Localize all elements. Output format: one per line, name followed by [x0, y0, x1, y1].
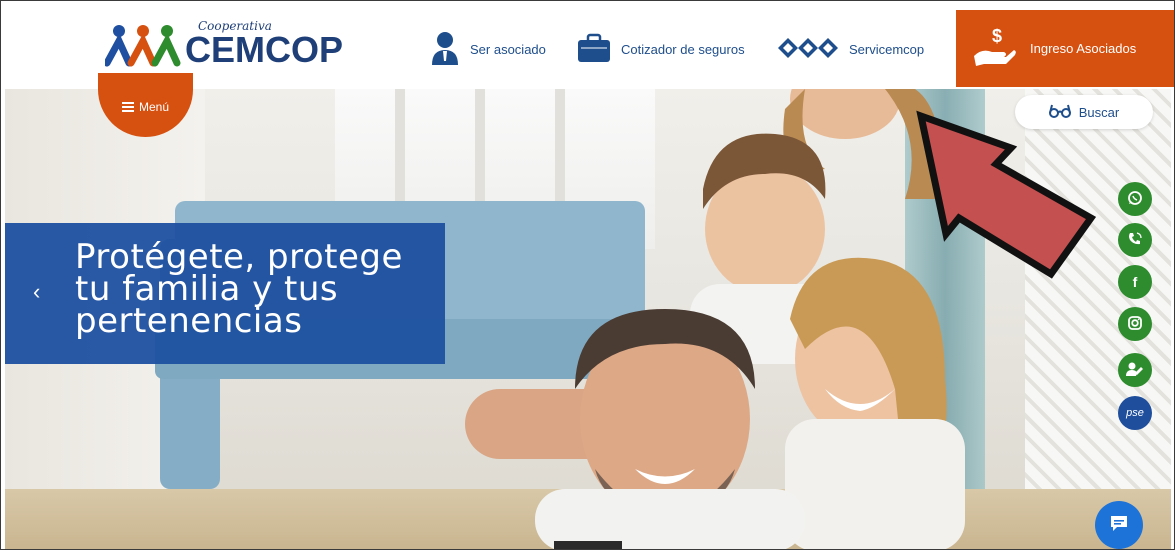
briefcase-icon	[577, 33, 611, 66]
phone-button[interactable]	[1118, 223, 1152, 257]
chat-bubble-icon	[1109, 514, 1129, 537]
nav-label: Servicemcop	[849, 41, 925, 57]
pse-button[interactable]: pse	[1118, 396, 1152, 430]
whatsapp-button[interactable]	[1118, 182, 1152, 216]
nav-cotizador-seguros[interactable]: Cotizador de seguros	[577, 31, 745, 67]
chevron-left-icon[interactable]: ‹	[33, 279, 40, 305]
scroll-down-tab[interactable]	[554, 541, 622, 549]
browser-viewport: Cooperativa CEMCOP Ser asociado Cotizado…	[0, 0, 1175, 550]
whatsapp-icon	[1127, 190, 1143, 209]
facebook-button[interactable]: f	[1118, 265, 1152, 299]
slide-title: Protégete, protege tu familia y tus pert…	[75, 237, 403, 341]
glasses-icon	[1048, 104, 1071, 121]
hamburger-icon	[121, 102, 134, 112]
menu-label: Menú	[138, 100, 170, 114]
facebook-icon: f	[1132, 274, 1138, 290]
svg-text:$: $	[992, 26, 1002, 46]
user-edit-button[interactable]	[1118, 353, 1152, 387]
user-edit-icon	[1126, 361, 1144, 380]
diamond-chain-icon	[777, 37, 839, 62]
slide-caption: ‹ Protégete, protege tu familia y tus pe…	[5, 223, 445, 364]
ingreso-asociados-button[interactable]: $ Ingreso Asociados	[956, 10, 1174, 87]
family-photo	[465, 89, 965, 549]
nav-servicemcop[interactable]: Servicemcop	[777, 31, 924, 67]
pse-icon: pse	[1126, 407, 1144, 419]
nav-ser-asociado[interactable]: Ser asociado	[430, 31, 546, 67]
nav-label: Cotizador de seguros	[621, 41, 745, 57]
search-label: Buscar	[1078, 104, 1120, 120]
hand-money-icon: $	[972, 24, 1018, 73]
chat-button[interactable]	[1095, 501, 1143, 549]
phone-icon	[1127, 231, 1143, 250]
search-button[interactable]: Buscar	[1015, 95, 1153, 129]
ingreso-label: Ingreso Asociados	[1030, 41, 1137, 56]
nav-label: Ser asociado	[470, 41, 546, 57]
people-logo-icon	[105, 25, 181, 67]
logo-brand-text: CEMCOP	[185, 29, 344, 70]
user-tie-icon	[430, 31, 460, 68]
cemcop-logo[interactable]: Cooperativa CEMCOP	[105, 15, 355, 81]
instagram-icon	[1127, 315, 1143, 334]
instagram-button[interactable]	[1118, 307, 1152, 341]
